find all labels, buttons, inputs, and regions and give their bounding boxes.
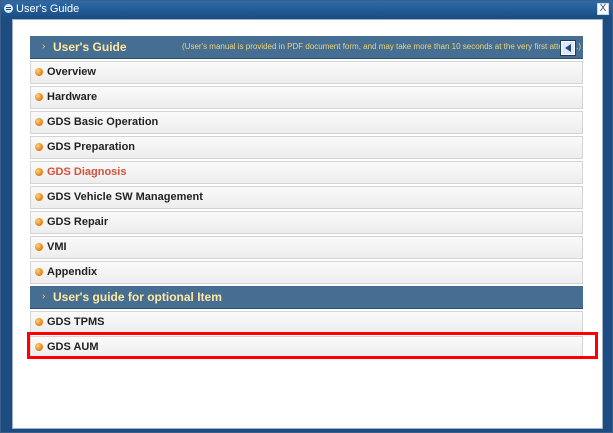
guide-item-label: GDS Diagnosis	[47, 166, 127, 178]
pdf-note: (User's manual is provided in PDF docume…	[182, 42, 582, 51]
bullet-icon	[35, 68, 43, 76]
section-header-optional: › User's guide for optional Item	[30, 286, 583, 309]
guide-item-label: Hardware	[47, 91, 98, 103]
bullet-icon	[35, 218, 43, 226]
content-panel: › User's Guide (User's manual is provide…	[12, 19, 603, 429]
guide-item-vehicle-sw-management[interactable]: GDS Vehicle SW Management	[30, 186, 583, 209]
guide-item-label: GDS TPMS	[47, 316, 105, 328]
guide-item-diagnosis[interactable]: GDS Diagnosis	[30, 161, 583, 184]
arrow-right-icon: ›	[42, 291, 46, 302]
arrow-right-icon: ›	[42, 41, 46, 52]
bullet-icon	[35, 268, 43, 276]
guide-item-label: GDS Repair	[47, 216, 109, 228]
guide-item-label: Appendix	[47, 266, 98, 278]
guide-item-label: VMI	[47, 241, 67, 253]
title-bar: User's Guide X	[1, 1, 612, 17]
guide-item-overview[interactable]: Overview	[30, 61, 583, 84]
close-button[interactable]: X	[597, 3, 609, 15]
bullet-icon	[35, 193, 43, 201]
guide-item-label: GDS Basic Operation	[47, 116, 159, 128]
highlight-box	[27, 332, 598, 359]
guide-item-label: Overview	[47, 66, 96, 78]
bullet-icon	[35, 168, 43, 176]
users-guide-window: User's Guide X › User's Guide (User's ma…	[0, 0, 613, 433]
section-title: User's Guide	[53, 40, 127, 54]
bullet-icon	[35, 143, 43, 151]
window-title: User's Guide	[16, 3, 80, 15]
bullet-icon	[35, 93, 43, 101]
window-menu-icon[interactable]	[4, 4, 13, 13]
guide-item-tpms[interactable]: GDS TPMS	[30, 311, 583, 334]
guide-item-label: GDS Preparation	[47, 141, 136, 153]
bullet-icon	[35, 318, 43, 326]
section-header-users-guide: › User's Guide (User's manual is provide…	[30, 36, 583, 59]
guide-item-vmi[interactable]: VMI	[30, 236, 583, 259]
guide-item-label: GDS Vehicle SW Management	[47, 191, 203, 203]
guide-item-basic-operation[interactable]: GDS Basic Operation	[30, 111, 583, 134]
guide-list: › User's Guide (User's manual is provide…	[27, 36, 598, 361]
guide-item-hardware[interactable]: Hardware	[30, 86, 583, 109]
guide-item-appendix[interactable]: Appendix	[30, 261, 583, 284]
guide-item-preparation[interactable]: GDS Preparation	[30, 136, 583, 159]
section-title: User's guide for optional Item	[53, 290, 222, 304]
guide-item-repair[interactable]: GDS Repair	[30, 211, 583, 234]
bullet-icon	[35, 243, 43, 251]
back-icon[interactable]	[561, 41, 575, 55]
bullet-icon	[35, 118, 43, 126]
